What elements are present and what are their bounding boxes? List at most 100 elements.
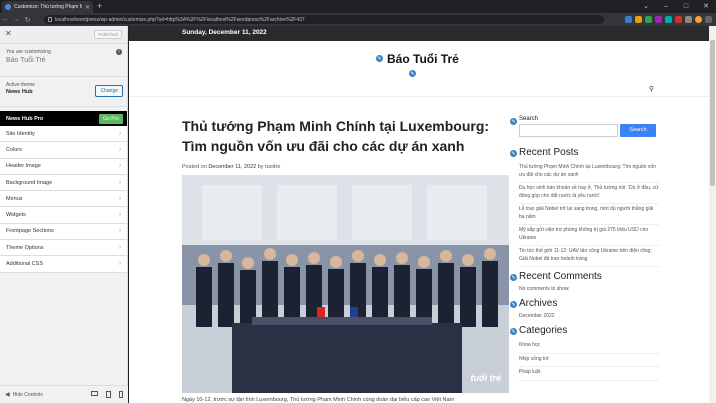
publish-button[interactable]: Published: [94, 30, 122, 39]
list-item[interactable]: Nhịp sống trẻ: [519, 354, 659, 367]
menu-item-menus[interactable]: Menus ›: [0, 191, 127, 208]
customizer-menu: Site Identity › Colors › Header Image › Bac…: [0, 126, 127, 273]
close-window-icon[interactable]: ✕: [696, 0, 716, 13]
extension-icon[interactable]: [665, 16, 672, 23]
info-icon[interactable]: [48, 17, 52, 22]
extension-icon[interactable]: [655, 16, 662, 23]
menu-item-header-image[interactable]: Header Image ›: [0, 158, 127, 175]
search-icon[interactable]: ⚲: [649, 85, 654, 93]
chevron-right-icon: ›: [119, 261, 121, 268]
recent-posts-title: Recent Posts: [519, 147, 579, 158]
list-item[interactable]: Tin tức thế giới 11-12: UAV tấn công Ukr…: [519, 246, 659, 267]
article-author[interactable]: tuoitre: [265, 164, 280, 170]
go-pro-button[interactable]: Go Pro: [99, 113, 123, 124]
change-theme-button[interactable]: Change: [95, 85, 123, 97]
active-theme: Active theme News Hub Change: [0, 77, 127, 107]
browser-tab[interactable]: Customize: Thủ tướng Phạm Minh ✕: [2, 1, 93, 13]
edit-shortcut-icon[interactable]: ✎: [509, 117, 518, 126]
search-input[interactable]: [519, 124, 618, 137]
customizer-header: ✕ Published: [0, 26, 127, 44]
edit-shortcut-icon[interactable]: ✎: [509, 327, 518, 336]
article-title[interactable]: Thủ tướng Phạm Minh Chính tại Luxembourg…: [182, 116, 509, 156]
customizing-label: You are customizing: [6, 49, 51, 55]
close-tab-icon[interactable]: ✕: [85, 4, 90, 11]
featured-image: tuổi trẻ: [182, 175, 509, 393]
edit-shortcut-icon[interactable]: ✎: [509, 149, 518, 158]
url-text: localhost/wordpress/wp-admin/customize.p…: [55, 16, 305, 23]
desktop-icon[interactable]: [91, 391, 98, 396]
edit-shortcut-icon[interactable]: ✎: [375, 54, 384, 63]
maximize-icon[interactable]: □: [676, 0, 696, 13]
hide-controls-icon[interactable]: ◀: [5, 391, 10, 398]
close-icon[interactable]: ✕: [5, 29, 12, 38]
menu-item-frontpage-sections[interactable]: Frontpage Sections ›: [0, 223, 127, 241]
search-label: Search: [519, 116, 539, 122]
device-preview-toggles: [91, 391, 123, 398]
list-item[interactable]: Mỹ sắp gửi viện trợ phòng không trị giá …: [519, 225, 659, 246]
extensions: [625, 16, 712, 23]
extension-icon[interactable]: [635, 16, 642, 23]
search-form: Search: [519, 124, 659, 137]
hide-controls-button[interactable]: Hide Controls: [13, 392, 88, 398]
current-date: Sunday, December 11, 2022: [182, 29, 267, 36]
site-preview: Sunday, December 11, 2022 ✎ Báo Tuổi Trẻ…: [129, 26, 716, 403]
chevron-right-icon: ›: [119, 228, 121, 235]
menu-item-label: Additional CSS: [6, 261, 43, 268]
puzzle-icon[interactable]: [685, 16, 692, 23]
list-item[interactable]: Pháp luật: [519, 367, 659, 381]
menu-item-label: Site Identity: [6, 130, 35, 137]
pro-banner: News Hub Pro Go Pro: [0, 111, 127, 126]
article-meta: Posted on December 11, 2022 by tuoitre: [182, 164, 509, 170]
menu-item-theme-options[interactable]: Theme Options ›: [0, 240, 127, 257]
list-item[interactable]: Lễ trao giải Nobel trở lại sang trọng, m…: [519, 204, 659, 225]
edit-shortcut-icon[interactable]: ✎: [408, 69, 417, 78]
menu-item-additional-css[interactable]: Additional CSS ›: [0, 256, 127, 273]
browser-tab-bar: Customize: Thủ tướng Phạm Minh ✕ + ⌄ – □…: [0, 0, 716, 13]
wordpress-icon: [5, 4, 11, 10]
search-button[interactable]: Search: [620, 124, 656, 137]
forward-icon[interactable]: →: [11, 16, 22, 23]
chevron-right-icon: ›: [119, 179, 121, 186]
menu-item-label: Colors: [6, 146, 22, 153]
article-date[interactable]: December 11, 2022: [208, 164, 256, 170]
back-icon[interactable]: ←: [0, 16, 11, 23]
chevron-right-icon: ›: [119, 163, 121, 170]
tab-title: Customize: Thủ tướng Phạm Minh: [14, 4, 82, 10]
menu-item-widgets[interactable]: Widgets ›: [0, 207, 127, 224]
address-bar[interactable]: localhost/wordpress/wp-admin/customize.p…: [44, 15, 604, 24]
list-item[interactable]: Du học sinh bán khoản về hay ở, Thủ tướn…: [519, 183, 659, 204]
new-tab-icon[interactable]: +: [97, 1, 102, 11]
extension-icon[interactable]: [675, 16, 682, 23]
article: Thủ tướng Phạm Minh Chính tại Luxembourg…: [182, 116, 509, 170]
archive-link[interactable]: December 2022: [519, 313, 659, 319]
tab-search-icon[interactable]: ⌄: [636, 0, 656, 13]
scrollbar-thumb[interactable]: [710, 40, 715, 186]
extension-icon[interactable]: [645, 16, 652, 23]
pro-label: News Hub Pro: [6, 115, 44, 122]
list-item[interactable]: Thủ tướng Phạm Minh Chính tại Luxembourg…: [519, 162, 659, 183]
menu-icon[interactable]: [705, 16, 712, 23]
featured-photo: [182, 175, 509, 393]
menu-item-site-identity[interactable]: Site Identity ›: [0, 126, 127, 143]
preview-scrollbar[interactable]: [709, 26, 716, 403]
archives-title: Archives: [519, 298, 558, 309]
site-title[interactable]: Báo Tuổi Trẻ: [387, 52, 459, 66]
profile-avatar[interactable]: [695, 16, 702, 23]
extension-icon[interactable]: [625, 16, 632, 23]
article-excerpt: Ngày 10-12, trước sự tận tình Luxembourg…: [182, 397, 455, 403]
edit-shortcut-icon[interactable]: ✎: [509, 273, 518, 282]
edit-shortcut-icon[interactable]: ✎: [509, 300, 518, 309]
menu-item-background-image[interactable]: Background Image ›: [0, 174, 127, 192]
reload-icon[interactable]: ↻: [22, 16, 33, 24]
chevron-right-icon: ›: [119, 212, 121, 219]
menu-item-label: Theme Options: [6, 244, 44, 251]
list-item[interactable]: Khoa học: [519, 340, 659, 354]
tablet-icon[interactable]: [106, 391, 111, 398]
by-label: by: [257, 164, 264, 170]
mobile-icon[interactable]: [119, 391, 123, 398]
categories-title: Categories: [519, 325, 568, 336]
minimize-icon[interactable]: –: [656, 0, 676, 13]
help-icon[interactable]: ?: [116, 49, 122, 55]
menu-item-colors[interactable]: Colors ›: [0, 142, 127, 159]
customizing-info: You are customizing Báo Tuổi Trẻ ?: [0, 44, 127, 77]
